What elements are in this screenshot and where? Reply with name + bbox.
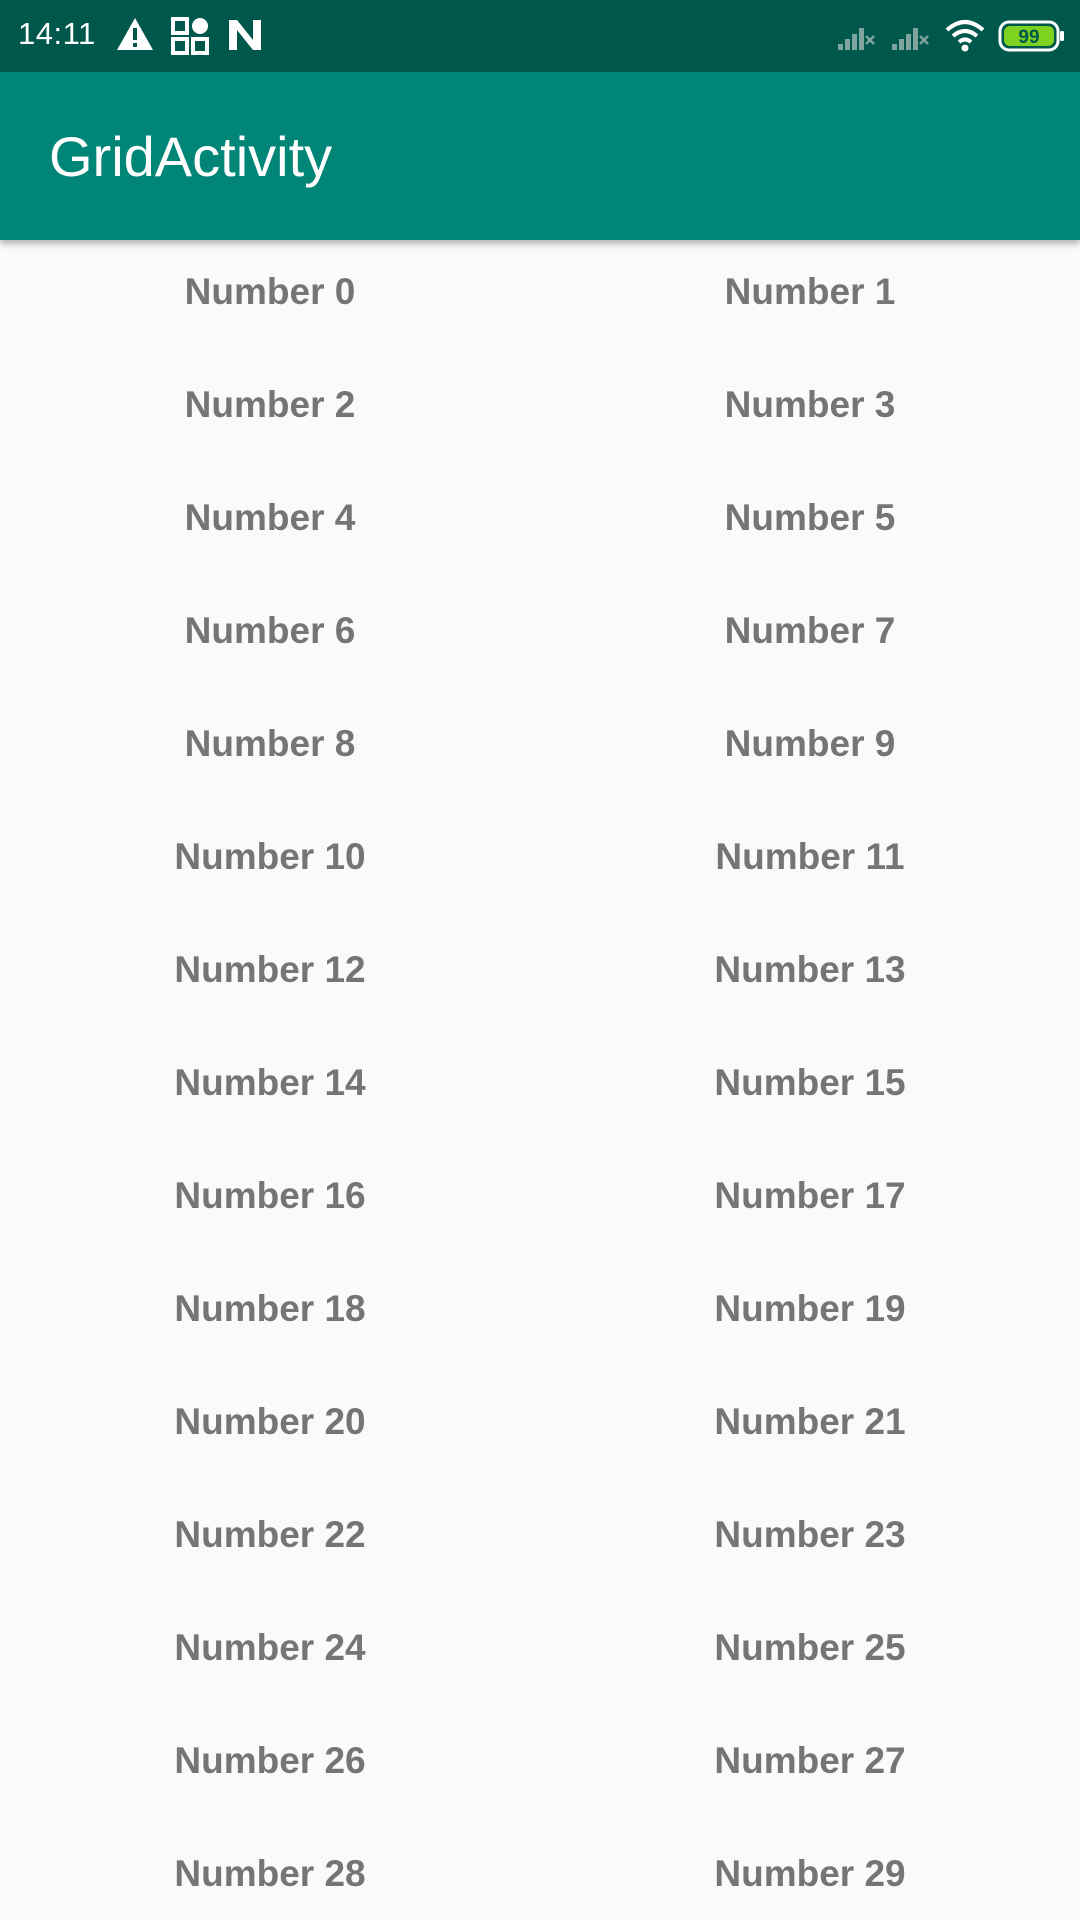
grid-item[interactable]: Number 26 bbox=[0, 1709, 540, 1822]
grid-row: Number 8 Number 9 bbox=[0, 692, 1080, 805]
grid-item[interactable]: Number 10 bbox=[0, 805, 540, 918]
grid-item[interactable]: Number 21 bbox=[540, 1370, 1080, 1483]
grid-item[interactable]: Number 11 bbox=[540, 805, 1080, 918]
signal-1-icon bbox=[836, 22, 876, 57]
grid-row: Number 14 Number 15 bbox=[0, 1031, 1080, 1144]
grid-item[interactable]: Number 2 bbox=[0, 353, 540, 466]
app-title: GridActivity bbox=[49, 125, 333, 188]
warning-icon bbox=[116, 16, 154, 57]
signal-2-icon bbox=[890, 22, 930, 57]
grid-item[interactable]: Number 4 bbox=[0, 466, 540, 579]
app-bar: GridActivity bbox=[0, 72, 1080, 240]
grid-row: Number 10 Number 11 bbox=[0, 805, 1080, 918]
grid-row: Number 28 Number 29 bbox=[0, 1822, 1080, 1920]
number-grid: Number 0 Number 1 Number 2 Number 3 Number 4… bbox=[0, 240, 1080, 1920]
grid-item[interactable]: Number 24 bbox=[0, 1596, 540, 1709]
status-bar: 14:11 99 bbox=[0, 0, 1080, 72]
wifi-icon bbox=[944, 18, 986, 59]
grid-row: Number 0 Number 1 bbox=[0, 240, 1080, 353]
grid-item[interactable]: Number 20 bbox=[0, 1370, 540, 1483]
grid-row: Number 4 Number 5 bbox=[0, 466, 1080, 579]
grid-item[interactable]: Number 28 bbox=[0, 1822, 540, 1920]
grid-item[interactable]: Number 18 bbox=[0, 1257, 540, 1370]
grid-item[interactable]: Number 15 bbox=[540, 1031, 1080, 1144]
grid-item[interactable]: Number 27 bbox=[540, 1709, 1080, 1822]
grid-row: Number 6 Number 7 bbox=[0, 579, 1080, 692]
grid-item[interactable]: Number 25 bbox=[540, 1596, 1080, 1709]
grid-item[interactable]: Number 14 bbox=[0, 1031, 540, 1144]
grid-row: Number 12 Number 13 bbox=[0, 918, 1080, 1031]
grid-item[interactable]: Number 22 bbox=[0, 1483, 540, 1596]
grid-item[interactable]: Number 3 bbox=[540, 353, 1080, 466]
grid-item[interactable]: Number 12 bbox=[0, 918, 540, 1031]
grid-item[interactable]: Number 17 bbox=[540, 1144, 1080, 1257]
grid-item[interactable]: Number 0 bbox=[0, 240, 540, 353]
grid-row: Number 26 Number 27 bbox=[0, 1709, 1080, 1822]
grid-item[interactable]: Number 29 bbox=[540, 1822, 1080, 1920]
grid-item[interactable]: Number 19 bbox=[540, 1257, 1080, 1370]
grid-item[interactable]: Number 8 bbox=[0, 692, 540, 805]
grid-row: Number 24 Number 25 bbox=[0, 1596, 1080, 1709]
battery-icon: 99 bbox=[998, 20, 1066, 57]
battery-level: 99 bbox=[1018, 27, 1039, 48]
grid-row: Number 16 Number 17 bbox=[0, 1144, 1080, 1257]
grid-row: Number 18 Number 19 bbox=[0, 1257, 1080, 1370]
status-time: 14:11 bbox=[18, 16, 96, 51]
grid-item[interactable]: Number 23 bbox=[540, 1483, 1080, 1596]
grid-item[interactable]: Number 9 bbox=[540, 692, 1080, 805]
n-notification-icon bbox=[226, 16, 264, 59]
grid-item[interactable]: Number 1 bbox=[540, 240, 1080, 353]
grid-item[interactable]: Number 7 bbox=[540, 579, 1080, 692]
grid-item[interactable]: Number 16 bbox=[0, 1144, 540, 1257]
grid-row: Number 22 Number 23 bbox=[0, 1483, 1080, 1596]
grid-item[interactable]: Number 13 bbox=[540, 918, 1080, 1031]
grid-item[interactable]: Number 6 bbox=[0, 579, 540, 692]
grid-row: Number 20 Number 21 bbox=[0, 1370, 1080, 1483]
grid-row: Number 2 Number 3 bbox=[0, 353, 1080, 466]
grid-item[interactable]: Number 5 bbox=[540, 466, 1080, 579]
apps-grid-icon bbox=[170, 16, 210, 61]
